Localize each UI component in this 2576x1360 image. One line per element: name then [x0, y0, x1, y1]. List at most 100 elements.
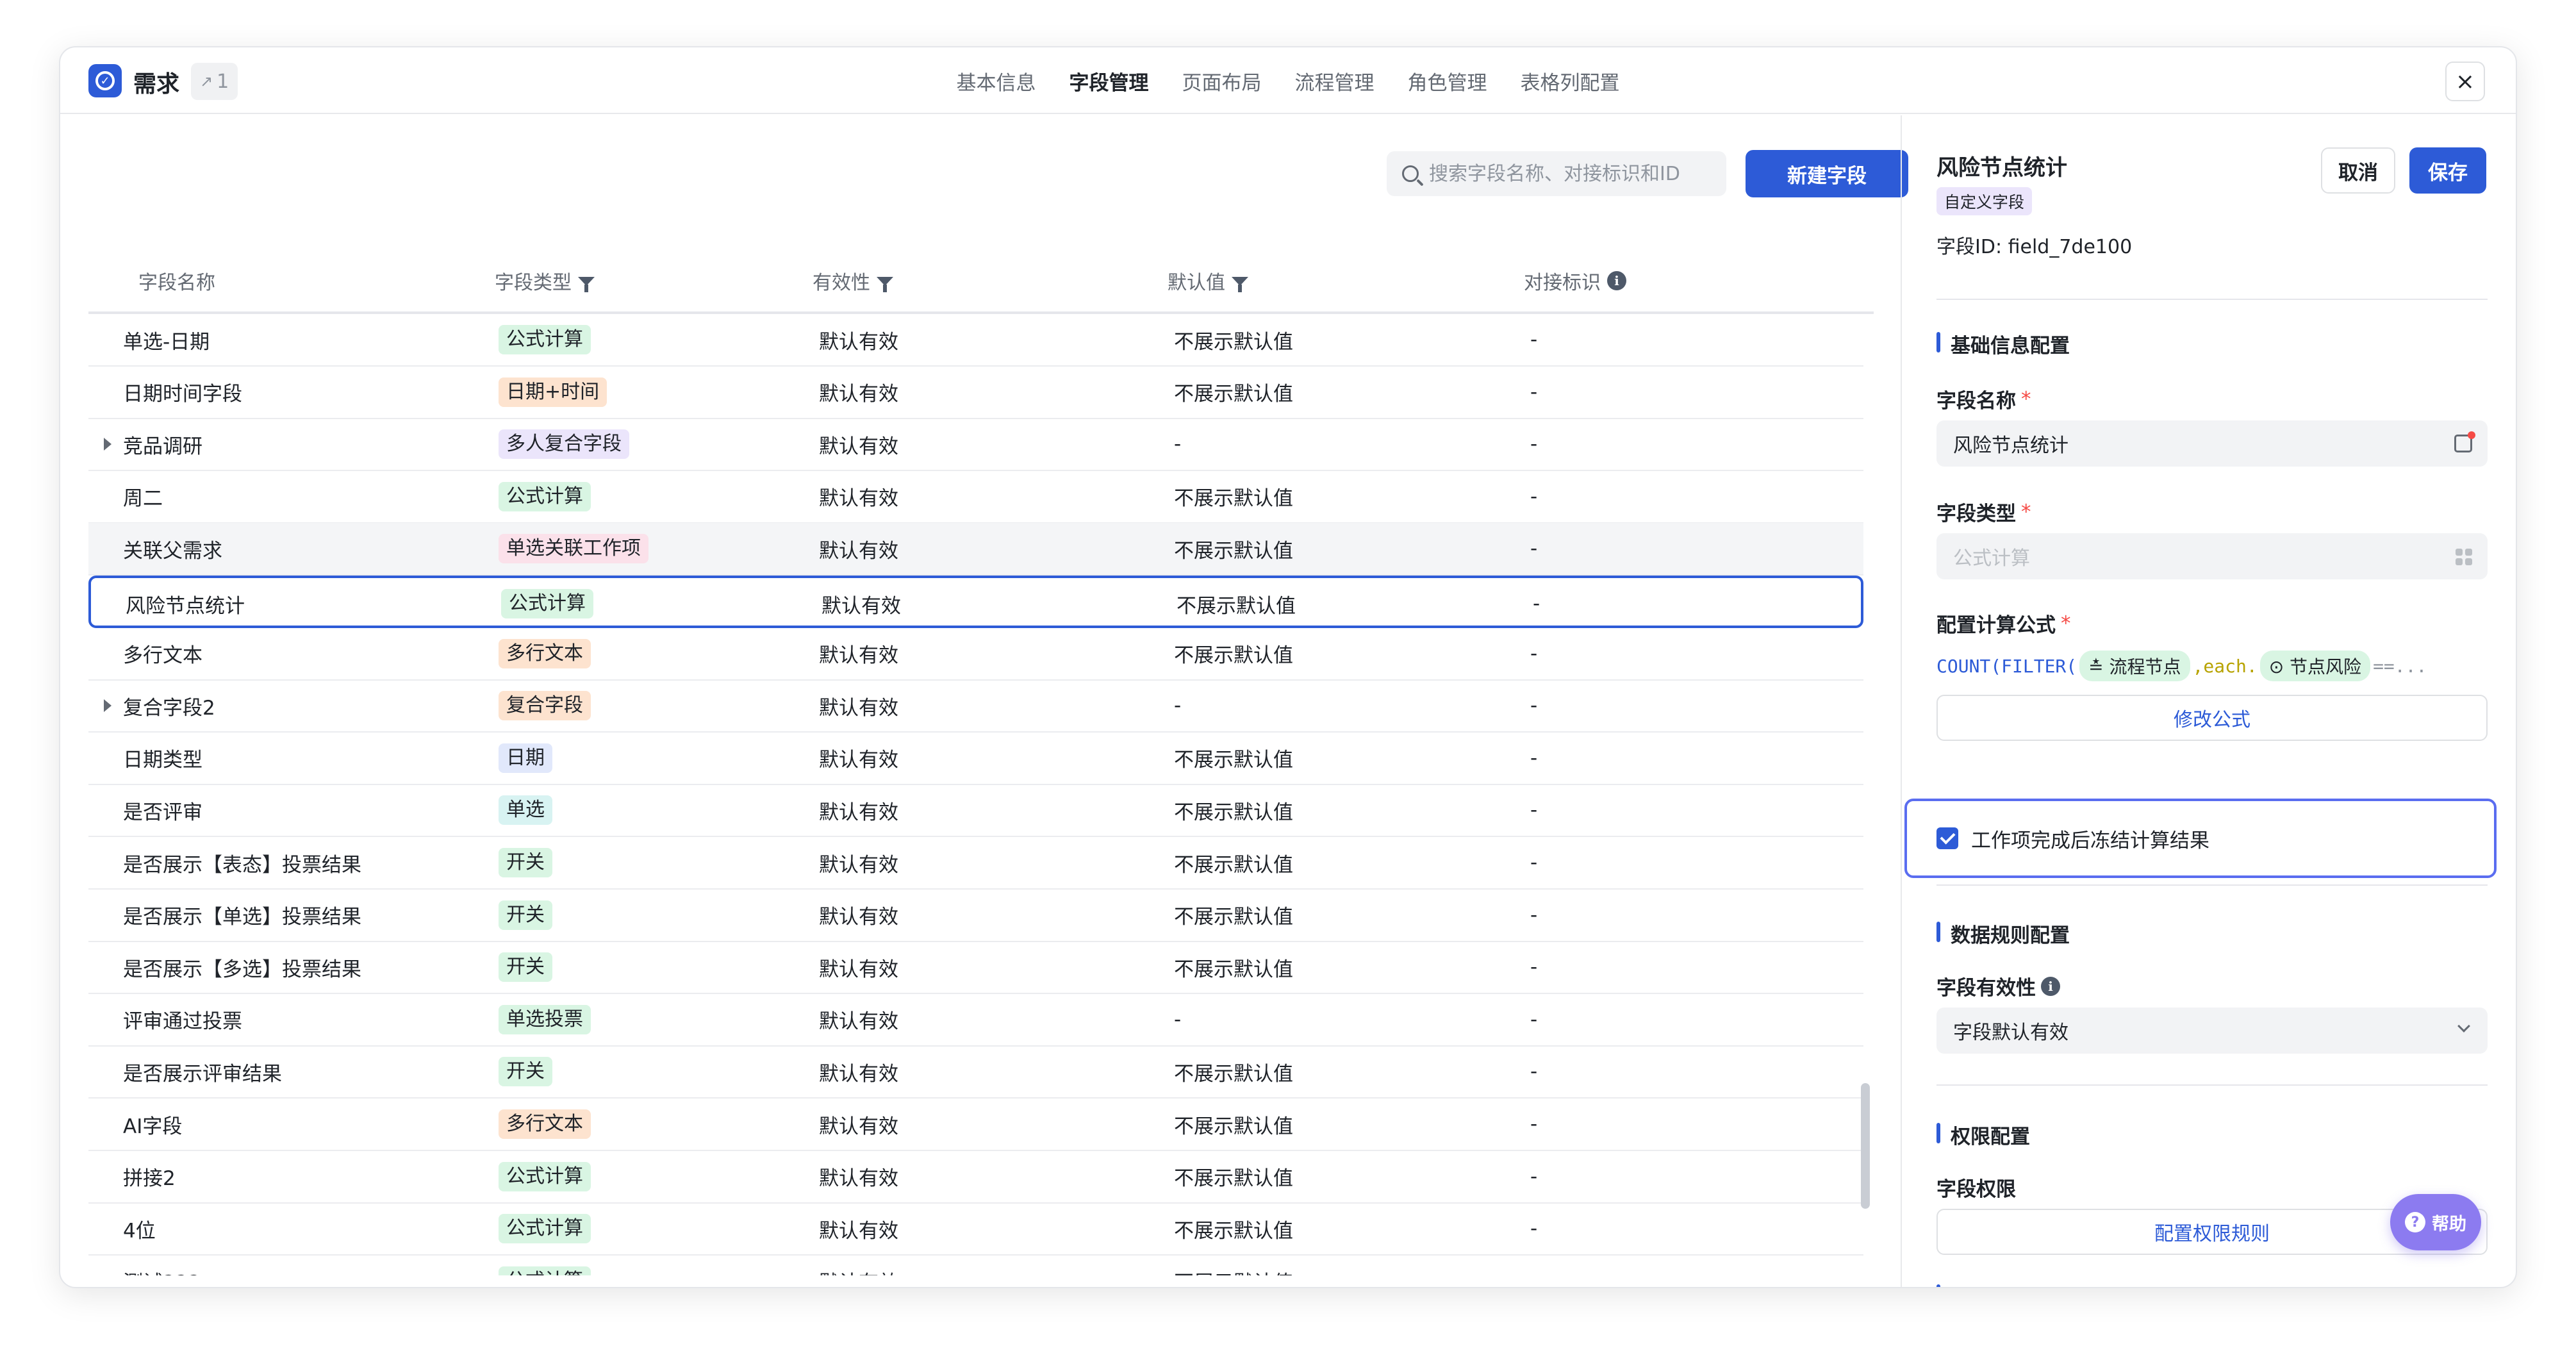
field-type-label: 字段类型 *	[1936, 500, 2031, 526]
field-list-area: 新建字段 字段名称 字段类型 有效性 默认值 对接标识i 单选-日期公式计算默认…	[60, 115, 1908, 1287]
validity-cell: 默认有效	[819, 383, 898, 406]
tab-role-management[interactable]: 角色管理	[1408, 67, 1487, 95]
panel-title: 风险节点统计	[1936, 155, 2067, 181]
field-type-input: 公式计算	[1936, 533, 2488, 579]
divider	[1936, 884, 2488, 886]
table-row[interactable]: 关联父需求 单选关联工作项 默认有效 不展示默认值 -	[88, 523, 1863, 576]
scrollbar[interactable]	[1861, 1083, 1870, 1209]
table-row[interactable]: AI字段 多行文本 默认有效 不展示默认值 -	[88, 1099, 1863, 1151]
validity-select[interactable]: 字段默认有效	[1936, 1008, 2488, 1054]
grid-icon	[2456, 549, 2472, 565]
freeze-result-option[interactable]: 工作项完成后冻结计算结果	[1904, 799, 2497, 878]
field-type-cell: 多行文本	[499, 628, 591, 679]
close-button[interactable]: ×	[2445, 62, 2485, 101]
new-field-button[interactable]: 新建字段	[1746, 150, 1908, 197]
default-value-cell: 不展示默认值	[1174, 330, 1293, 354]
edit-icon[interactable]	[2454, 431, 2475, 452]
field-type-tag: 开关	[499, 1057, 552, 1087]
expand-caret-icon[interactable]	[104, 699, 111, 713]
tab-basic-info[interactable]: 基本信息	[957, 67, 1036, 95]
table-row[interactable]: 竞品调研 多人复合字段 默认有效 - -	[88, 419, 1863, 472]
field-type-tag: 多行文本	[499, 1109, 591, 1139]
table-row[interactable]: 是否展示评审结果 开关 默认有效 不展示默认值 -	[88, 1046, 1863, 1099]
top-tabs: 基本信息 字段管理 页面布局 流程管理 角色管理 表格列配置	[60, 47, 2516, 114]
table-row[interactable]: 拼接2 公式计算 默认有效 不展示默认值 -	[88, 1151, 1863, 1204]
default-value-cell: 不展示默认值	[1174, 749, 1293, 772]
api-key-cell: -	[1533, 592, 1540, 615]
expand-caret-icon[interactable]	[104, 438, 111, 451]
modify-formula-button[interactable]: 修改公式	[1936, 695, 2488, 741]
formula-label: 配置计算公式 *	[1936, 611, 2071, 638]
api-key-cell: -	[1530, 746, 1538, 770]
cancel-button[interactable]: 取消	[2321, 147, 2395, 194]
table-row[interactable]: 单选-日期 公式计算 默认有效 不展示默认值 -	[88, 314, 1863, 367]
field-name-cell: 拼接2	[123, 1167, 176, 1191]
field-type-tag: 单选投票	[499, 1004, 591, 1034]
field-type-cell: 日期+时间	[499, 367, 607, 418]
api-key-cell: -	[1530, 799, 1538, 822]
close-icon: ×	[2455, 68, 2475, 95]
validity-cell: 默认有效	[819, 330, 898, 354]
table-row[interactable]: 日期类型 日期 默认有效 不展示默认值 -	[88, 733, 1863, 785]
tab-page-layout[interactable]: 页面布局	[1182, 67, 1262, 95]
field-type-cell: 多人复合字段	[499, 419, 629, 470]
field-type-tag: 公式计算	[499, 1214, 591, 1244]
share-count: 1	[217, 70, 229, 93]
field-name-input[interactable]: 风险节点统计	[1936, 420, 2488, 467]
info-icon[interactable]: i	[2041, 976, 2060, 996]
validity-cell: 默认有效	[819, 906, 898, 929]
table-row[interactable]: 测试222 公式计算 默认有效 不展示默认值 -	[88, 1256, 1863, 1275]
field-name-cell: 是否展示【多选】投票结果	[123, 958, 361, 981]
validity-cell: 默认有效	[822, 594, 901, 618]
table-row[interactable]: 是否展示【多选】投票结果 开关 默认有效 不展示默认值 -	[88, 941, 1863, 995]
formula-chip-node-risk: ⊙ 节点风险	[2259, 651, 2371, 681]
tab-table-column-config[interactable]: 表格列配置	[1521, 67, 1620, 95]
table-row[interactable]: 评审通过投票 单选投票 默认有效 - -	[88, 994, 1863, 1047]
column-header-default: 默认值	[1168, 267, 1248, 295]
validity-cell: 默认有效	[819, 853, 898, 877]
checkbox-checked[interactable]	[1936, 827, 1958, 849]
filter-icon[interactable]	[877, 277, 893, 292]
table-row[interactable]: 是否展示【表态】投票结果 开关 默认有效 不展示默认值 -	[88, 837, 1863, 890]
field-name-label: 字段名称 *	[1936, 387, 2031, 413]
field-type-tag: 单选关联工作项	[499, 534, 648, 564]
save-button[interactable]: 保存	[2409, 147, 2486, 194]
table-row[interactable]: 4位 公式计算 默认有效 不展示默认值 -	[88, 1203, 1863, 1256]
table-row[interactable]: 是否展示【单选】投票结果 开关 默认有效 不展示默认值 -	[88, 890, 1863, 942]
api-key-cell: -	[1530, 328, 1538, 351]
permission-label: 字段权限	[1936, 1178, 2016, 1201]
field-type-tag: 开关	[499, 848, 552, 877]
validity-cell: 默认有效	[819, 1219, 898, 1243]
default-value-cell: -	[1174, 694, 1182, 718]
field-type-tag: 开关	[499, 900, 552, 930]
tab-workflow-management[interactable]: 流程管理	[1295, 67, 1375, 95]
table-row[interactable]: 多行文本 多行文本 默认有效 不展示默认值 -	[88, 628, 1863, 681]
search-input[interactable]	[1429, 162, 1705, 185]
api-key-cell: -	[1530, 642, 1538, 665]
default-value-cell: 不展示默认值	[1174, 383, 1293, 406]
field-name-cell: 多行文本	[123, 644, 202, 668]
share-badge[interactable]: ↗ 1	[191, 63, 238, 100]
table-row[interactable]: 是否评审 单选 默认有效 不展示默认值 -	[88, 784, 1863, 838]
filter-icon[interactable]	[578, 277, 595, 292]
info-icon[interactable]: i	[1607, 271, 1626, 290]
api-key-cell: -	[1530, 956, 1538, 979]
tab-field-management[interactable]: 字段管理	[1069, 67, 1149, 95]
filter-icon[interactable]	[1232, 277, 1248, 292]
search-icon	[1402, 165, 1419, 182]
search-box[interactable]	[1387, 151, 1726, 196]
table-row[interactable]: 复合字段2 复合字段 默认有效 - -	[88, 680, 1863, 733]
validity-cell: 默认有效	[819, 1115, 898, 1138]
table-row[interactable]: 风险节点统计 公式计算 默认有效 不展示默认值 -	[88, 576, 1863, 628]
field-type-tag: 日期	[499, 743, 552, 773]
table-row[interactable]: 日期时间字段 日期+时间 默认有效 不展示默认值 -	[88, 367, 1863, 419]
help-button[interactable]: ? 帮助	[2390, 1194, 2481, 1250]
table-row[interactable]: 周二 公式计算 默认有效 不展示默认值 -	[88, 471, 1863, 524]
custom-field-badge: 自定义字段	[1936, 187, 2033, 215]
default-value-cell: -	[1174, 1008, 1182, 1031]
required-mark: *	[2061, 611, 2071, 635]
field-type-cell: 公式计算	[501, 578, 593, 629]
field-type-cell: 公式计算	[499, 1203, 591, 1254]
field-type-cell: 单选	[499, 784, 552, 836]
field-type-tag: 复合字段	[499, 691, 591, 721]
